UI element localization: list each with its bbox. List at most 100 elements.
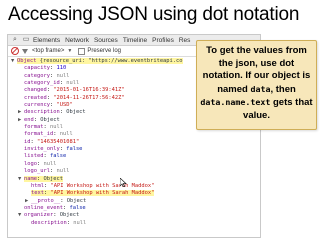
property-value: "API Workshop with Sarah Maddox": [50, 190, 155, 197]
console-row-content: logo_url: null: [24, 168, 69, 174]
tab-profiles[interactable]: Profiles: [152, 37, 174, 44]
tab-resources[interactable]: Res: [179, 37, 191, 44]
tab-network[interactable]: Network: [65, 37, 89, 44]
console-row-content: invite_only: false: [24, 146, 82, 152]
frame-selector[interactable]: <top frame>: [32, 48, 64, 54]
property-key: Object: [17, 58, 37, 64]
property-value: Object: [40, 116, 60, 123]
property-key: currency: [24, 102, 50, 109]
console-row-content: capacity: 110: [24, 65, 66, 71]
property-value: false: [69, 204, 86, 211]
console-row-content: category: null: [24, 73, 69, 79]
console-row: logo_url: null: [11, 168, 260, 175]
property-key: format: [24, 124, 44, 131]
preserve-log-checkbox[interactable]: [78, 47, 86, 55]
property-value: null: [56, 72, 70, 79]
preserve-log-label: Preserve log: [87, 48, 121, 54]
property-key: name: [24, 175, 37, 182]
inspect-icon[interactable]: ⌕: [11, 36, 19, 44]
console-row: html: "API Workshop with Sarah Maddox": [11, 183, 260, 190]
clear-console-icon[interactable]: [11, 47, 19, 55]
console-row-content: description: Object: [24, 109, 86, 115]
console-row: invite_only: false: [11, 146, 260, 153]
property-key: online_event: [24, 204, 63, 211]
property-key: end: [24, 116, 34, 123]
property-value: Object: [66, 197, 87, 204]
console-row-content: description: null: [31, 220, 86, 226]
console-row-content: html: "API Workshop with Sarah Maddox": [31, 183, 154, 189]
console-row-content: online_event: false: [24, 205, 86, 211]
property-key: category_id: [24, 80, 60, 87]
console-row-content: currency: "USD": [24, 102, 73, 108]
property-key: text: [31, 190, 44, 197]
device-icon[interactable]: ▭: [22, 36, 30, 44]
console-row-content: format_id: null: [24, 131, 73, 137]
console-row-content: created: "2014-11-26T17:56:42Z": [24, 95, 125, 101]
console-row-content: listed: false: [24, 153, 66, 159]
property-key: listed: [24, 153, 44, 160]
filter-icon[interactable]: [22, 48, 28, 54]
property-key: logo_url: [24, 168, 50, 175]
console-row-content: category_id: null: [24, 80, 79, 86]
console-row-content: Object {resource_uri: "https://www.event…: [17, 58, 183, 64]
property-value: Object: [66, 109, 86, 116]
console-row-content: id: "14635401081": [24, 139, 79, 145]
property-key: description: [24, 109, 60, 116]
property-value: "API Workshop with Sarah Maddox": [50, 182, 155, 189]
console-row: id: "14635401081": [11, 139, 260, 146]
property-key: html: [31, 182, 44, 189]
callout-text-2: , then: [270, 83, 296, 95]
property-value: null: [49, 124, 63, 131]
tab-sources[interactable]: Sources: [94, 37, 118, 44]
property-key: invite_only: [24, 146, 60, 153]
tab-timeline[interactable]: Timeline: [123, 37, 147, 44]
property-value: false: [49, 153, 67, 160]
slide-title: Accessing JSON using dot notation: [8, 4, 300, 25]
console-row[interactable]: ▼ name: Object: [11, 175, 260, 183]
property-key: __proto__: [31, 197, 61, 204]
property-value: null: [43, 160, 57, 167]
callout-note: To get the values from the json, use dot…: [196, 40, 317, 130]
console-row: logo: null: [11, 161, 260, 168]
console-row: format_id: null: [11, 131, 260, 138]
console-row-content: organizer: Object: [24, 212, 79, 218]
property-key: changed: [24, 87, 47, 94]
console-row-content: __proto__: Object: [31, 198, 86, 204]
property-key: description: [31, 219, 67, 226]
console-row-content: end: Object: [24, 117, 60, 123]
property-value: "2015-01-16T16:39:41Z": [53, 87, 125, 94]
property-value: null: [59, 131, 73, 138]
property-value: null: [56, 168, 70, 175]
property-value: Object: [59, 212, 80, 219]
property-value: 110: [56, 65, 67, 72]
property-value: "14635401081": [37, 138, 80, 145]
property-value: false: [66, 146, 83, 153]
callout-code-2: data.name.text: [200, 97, 271, 107]
console-row-content: changed: "2015-01-16T16:39:41Z": [24, 87, 125, 93]
property-value: null: [73, 219, 87, 226]
console-row-content: text: "API Workshop with Sarah Maddox": [31, 190, 155, 197]
callout-code-1: data: [250, 83, 271, 94]
property-key: format_id: [24, 131, 54, 138]
property-key: logo: [24, 160, 37, 167]
console-row[interactable]: ▶ __proto__: Object: [11, 198, 260, 205]
property-key: category: [24, 72, 50, 79]
console-row-content: name: Object: [24, 175, 63, 182]
console-row-content: logo: null: [24, 161, 56, 167]
console-row: text: "API Workshop with Sarah Maddox": [11, 190, 260, 197]
console-row: online_event: false: [11, 205, 260, 212]
console-row: listed: false: [11, 153, 260, 160]
property-value: {resource_uri: "https://www.eventbriteap…: [39, 58, 183, 64]
property-key: organizer: [24, 212, 54, 219]
property-value: null: [66, 80, 80, 87]
property-value: Object: [43, 175, 63, 182]
property-key: capacity: [24, 65, 50, 72]
property-value: "2014-11-26T17:56:42Z": [53, 94, 125, 101]
tab-elements[interactable]: Elements: [33, 37, 60, 44]
mouse-cursor-icon: [120, 178, 127, 187]
property-value: "USD": [56, 102, 73, 109]
console-row: description: null: [11, 220, 260, 227]
chevron-down-icon[interactable]: ▼: [67, 48, 72, 54]
console-row-content: format: null: [24, 124, 63, 130]
console-row[interactable]: ▼ organizer: Object: [11, 212, 260, 219]
